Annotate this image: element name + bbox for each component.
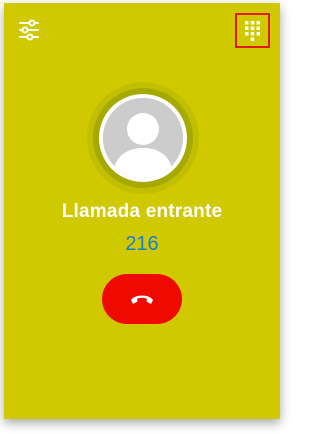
page: Llamada entrante 216 — [0, 0, 287, 434]
avatar — [103, 98, 183, 178]
call-status-text: Llamada entrante — [61, 201, 223, 222]
dialpad-icon — [245, 20, 260, 41]
phone-hangup-icon — [131, 295, 153, 304]
settings-button[interactable] — [18, 19, 40, 41]
caller-avatar-wrapper — [87, 82, 199, 194]
user-placeholder-icon — [103, 98, 183, 178]
dialpad-button[interactable] — [235, 13, 270, 48]
caller-number: 216 — [125, 233, 159, 255]
incoming-call-panel: Llamada entrante 216 — [4, 3, 280, 419]
sliders-icon — [19, 19, 39, 41]
hangup-button[interactable] — [102, 274, 182, 324]
